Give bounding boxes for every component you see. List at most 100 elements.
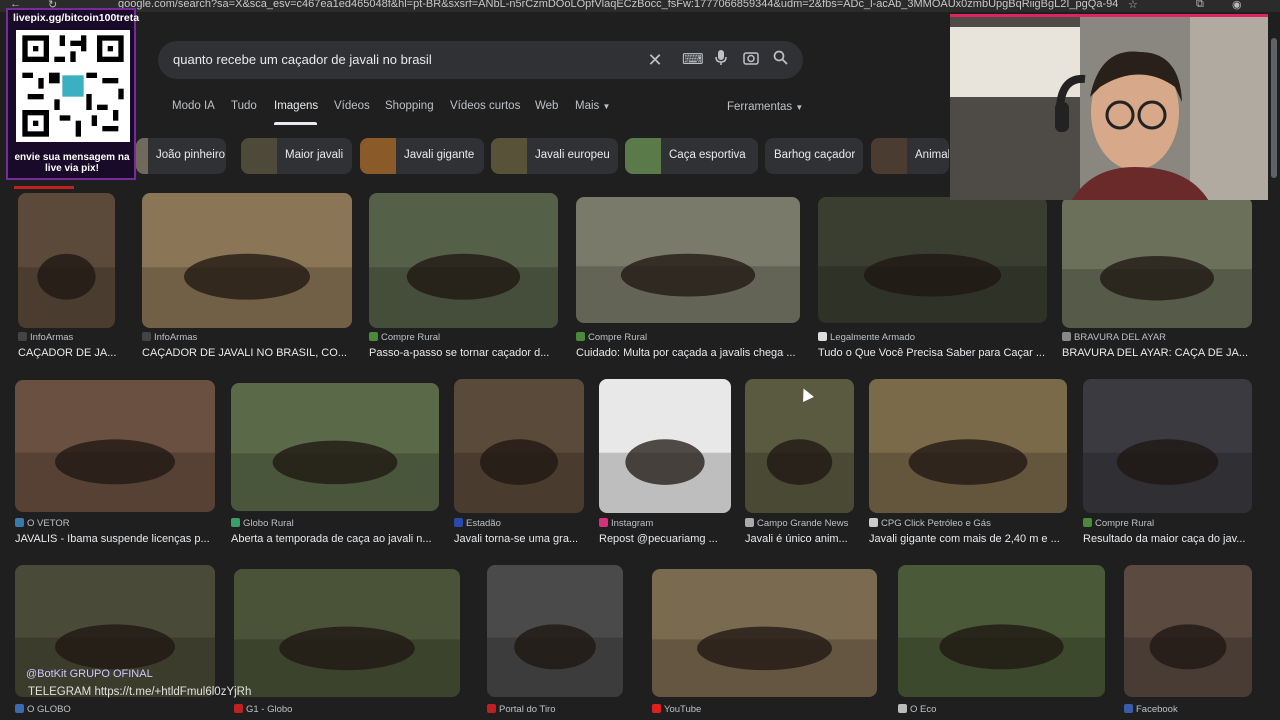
result-source[interactable]: Compre Rural xyxy=(369,332,440,343)
tools-button[interactable]: Ferramentas ▼ xyxy=(727,101,803,113)
result-thumbnail[interactable] xyxy=(1062,197,1252,328)
result-thumbnail[interactable] xyxy=(1124,565,1252,697)
tab-shopping[interactable]: Shopping xyxy=(385,100,434,112)
result-title[interactable]: BRAVURA DEL AYAR: CAÇA DE JA... xyxy=(1062,347,1252,359)
favicon-icon xyxy=(487,704,496,713)
profile-icon[interactable]: ◉ xyxy=(1232,0,1242,11)
chip-label: Maior javali xyxy=(285,149,344,161)
tab-web[interactable]: Web xyxy=(535,100,558,112)
result-source-label: Facebook xyxy=(1136,704,1178,715)
result-title[interactable]: Cuidado: Multa por caçada a javalis cheg… xyxy=(576,347,800,359)
result-title[interactable]: Aberta a temporada de caça ao javali n..… xyxy=(231,533,439,545)
chip-label: Javali gigante xyxy=(404,149,475,161)
result-source[interactable]: Legalmente Armado xyxy=(818,332,915,343)
chip-thumbnail xyxy=(241,138,277,174)
result-title[interactable]: Resultado da maior caça do jav... xyxy=(1083,533,1263,545)
result-source-label: Compre Rural xyxy=(1095,518,1155,529)
chip-thumbnail xyxy=(871,138,907,174)
chip-caca-esportiva[interactable]: Caça esportiva xyxy=(625,138,758,174)
result-thumbnail[interactable] xyxy=(18,193,115,328)
result-source[interactable]: CPG Click Petróleo e Gás xyxy=(869,518,991,529)
bookmark-star-icon[interactable]: ☆ xyxy=(1128,0,1138,11)
result-thumbnail[interactable] xyxy=(652,569,877,697)
result-thumbnail[interactable] xyxy=(898,565,1105,697)
result-source-label: Compre Rural xyxy=(588,332,648,343)
lens-icon[interactable] xyxy=(741,50,761,70)
favicon-icon xyxy=(15,518,24,527)
chip-joao-pinheiro[interactable]: João pinheiro xyxy=(136,138,226,174)
tab-tudo[interactable]: Tudo xyxy=(231,100,257,112)
result-source[interactable]: Instagram xyxy=(599,518,653,529)
chip-label: Caça esportiva xyxy=(669,149,746,161)
tab-mais[interactable]: Mais ▼ xyxy=(575,100,610,112)
result-source[interactable]: BRAVURA DEL AYAR xyxy=(1062,332,1166,343)
result-source[interactable]: Globo Rural xyxy=(231,518,294,529)
chip-thumbnail xyxy=(625,138,661,174)
page-scrollbar[interactable] xyxy=(1271,38,1277,178)
extensions-icon[interactable]: ⧉ xyxy=(1196,0,1204,11)
result-source[interactable]: Portal do Tiro xyxy=(487,704,556,715)
search-input[interactable]: quanto recebe um caçador de javali no br… xyxy=(158,41,803,79)
result-source-label: Instagram xyxy=(611,518,654,529)
result-title[interactable]: Passo-a-passo se tornar caçador d... xyxy=(369,347,558,359)
result-source[interactable]: Compre Rural xyxy=(576,332,647,343)
chip-javali-gigante[interactable]: Javali gigante xyxy=(360,138,484,174)
result-thumbnail[interactable] xyxy=(869,379,1067,513)
result-source[interactable]: Estadão xyxy=(454,518,501,529)
search-query-text: quanto recebe um caçador de javali no br… xyxy=(173,52,432,67)
chip-barhog-cacador[interactable]: Barhog caçador xyxy=(765,138,863,174)
tab-imagens[interactable]: Imagens xyxy=(274,100,318,112)
result-source-label: G1 - Globo xyxy=(246,704,293,715)
chip-label: Animal xyxy=(915,149,949,161)
search-icon[interactable] xyxy=(770,50,790,70)
favicon-icon xyxy=(818,332,827,341)
keyboard-icon[interactable]: ⌨ xyxy=(682,50,704,70)
result-title[interactable]: CAÇADOR DE JAVALI NO BRASIL, CO... xyxy=(142,347,352,359)
result-thumbnail[interactable] xyxy=(487,565,623,697)
result-source[interactable]: Facebook xyxy=(1124,704,1178,715)
tab-modo-ia[interactable]: Modo IA xyxy=(172,100,215,112)
result-thumbnail[interactable] xyxy=(1083,379,1252,513)
result-thumbnail[interactable] xyxy=(142,193,352,328)
result-thumbnail[interactable] xyxy=(576,197,800,323)
result-thumbnail[interactable] xyxy=(454,379,584,513)
tab-videos[interactable]: Vídeos xyxy=(334,100,370,112)
result-title[interactable]: Javali gigante com mais de 2,40 m e ... xyxy=(869,533,1067,545)
result-title[interactable]: Tudo o Que Você Precisa Saber para Caçar… xyxy=(818,347,1047,359)
result-thumbnail[interactable] xyxy=(599,379,731,513)
favicon-icon xyxy=(599,518,608,527)
result-thumbnail[interactable] xyxy=(818,197,1047,323)
chevron-down-icon: ▼ xyxy=(795,103,804,112)
pix-qr-overlay: livepix.gg/bitcoin100treta envie sua men… xyxy=(6,8,140,189)
result-thumbnail[interactable] xyxy=(369,193,558,328)
result-source[interactable]: G1 - Globo xyxy=(234,704,292,715)
chip-maior-javali[interactable]: Maior javali xyxy=(241,138,352,174)
result-source[interactable]: O VETOR xyxy=(15,518,70,529)
tab-videos-curtos[interactable]: Vídeos curtos xyxy=(450,100,520,112)
favicon-icon xyxy=(18,332,27,341)
result-source[interactable]: InfoArmas xyxy=(18,332,73,343)
favicon-icon xyxy=(652,704,661,713)
result-source[interactable]: Compre Rural xyxy=(1083,518,1154,529)
favicon-icon xyxy=(898,704,907,713)
result-thumbnail[interactable] xyxy=(15,380,215,512)
result-source[interactable]: Campo Grande News xyxy=(745,518,848,529)
result-source[interactable]: O Eco xyxy=(898,704,936,715)
result-source[interactable]: InfoArmas xyxy=(142,332,197,343)
address-bar[interactable]: google.com/search?sa=X&sca_esv=c467ea1ed… xyxy=(118,0,1118,10)
favicon-icon xyxy=(15,704,24,713)
result-title[interactable]: JAVALIS - Ibama suspende licenças p... xyxy=(15,533,215,545)
result-thumbnail[interactable] xyxy=(231,383,439,511)
result-thumbnail[interactable] xyxy=(234,569,460,697)
result-source[interactable]: YouTube xyxy=(652,704,701,715)
clear-icon[interactable]: ✕ xyxy=(645,50,665,70)
qr-url: livepix.gg/bitcoin100treta xyxy=(13,12,140,24)
result-thumbnail[interactable] xyxy=(745,379,854,513)
chip-javali-europeu[interactable]: Javali europeu xyxy=(491,138,618,174)
chevron-down-icon: ▼ xyxy=(602,102,611,111)
active-tab-indicator xyxy=(274,122,317,125)
favicon-icon xyxy=(231,518,240,527)
microphone-icon[interactable] xyxy=(711,50,731,70)
result-source[interactable]: O GLOBO xyxy=(15,704,71,715)
chip-animal[interactable]: Animal xyxy=(871,138,949,174)
